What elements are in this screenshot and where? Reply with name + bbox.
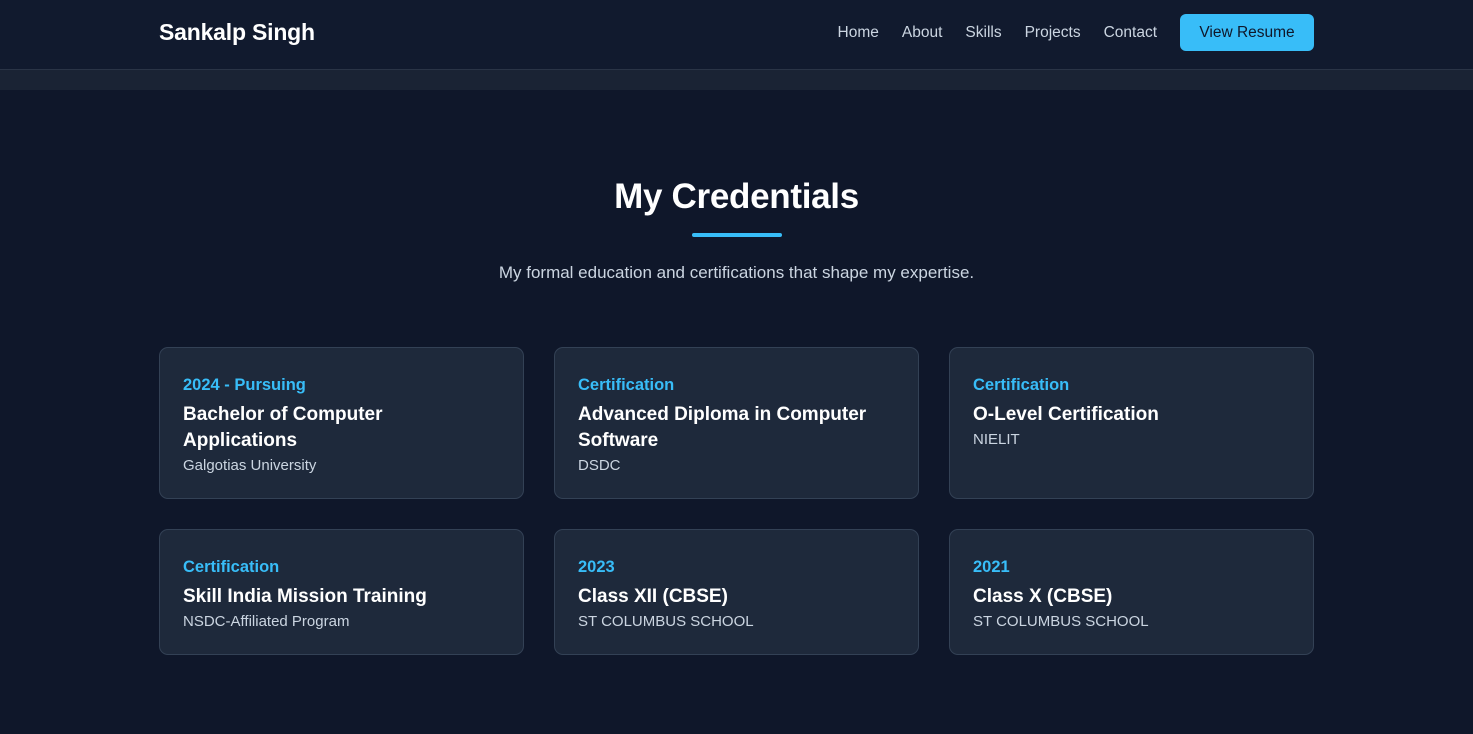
section-title: My Credentials [614,177,859,216]
top-navbar: Sankalp Singh Home About Skills Projects… [0,0,1473,70]
nav-link-skills[interactable]: Skills [965,24,1001,42]
nav-link-contact[interactable]: Contact [1104,24,1157,42]
credential-card-bca: 2024 - Pursuing Bachelor of Computer App… [159,347,524,499]
card-org: ST COLUMBUS SCHOOL [973,613,1149,630]
card-title: Advanced Diploma in Computer Software [578,404,867,451]
card-title: Bachelor of Computer Applications [183,404,383,451]
nav-link-home[interactable]: Home [838,24,879,42]
credential-card-class-xii: 2023 Class XII (CBSE) ST COLUMBUS SCHOOL [554,529,919,655]
card-org: Galgotias University [183,457,317,474]
card-org: DSDC [578,457,621,474]
view-resume-button[interactable]: View Resume [1180,14,1314,51]
title-underline [692,233,782,237]
header-divider-strip [0,70,1473,90]
card-tag: Certification [578,376,675,394]
credential-card-skill-india: Certification Skill India Mission Traini… [159,529,524,655]
card-title: O-Level Certification [973,404,1159,425]
credential-card-class-x: 2021 Class X (CBSE) ST COLUMBUS SCHOOL [949,529,1314,655]
section-subtitle: My formal education and certifications t… [498,263,975,282]
card-tag: 2024 - Pursuing [183,376,306,394]
card-tag: Certification [183,558,280,576]
card-title: Skill India Mission Training [183,586,427,607]
card-tag: 2023 [578,558,615,576]
nav-links: Home About Skills Projects Contact View … [838,14,1314,51]
card-tag: Certification [973,376,1070,394]
credential-card-olevel: Certification O-Level Certification NIEL… [949,347,1314,499]
card-title: Class XII (CBSE) [578,586,728,607]
card-title: Class X (CBSE) [973,586,1113,607]
card-tag: 2021 [973,558,1010,576]
brand-name[interactable]: Sankalp Singh [159,19,315,46]
nav-link-projects[interactable]: Projects [1025,24,1081,42]
card-org: NIELIT [973,431,1020,448]
credential-card-adcs: Certification Advanced Diploma in Comput… [554,347,919,499]
card-org: NSDC-Affiliated Program [183,613,350,630]
nav-link-about[interactable]: About [902,24,943,42]
card-org: ST COLUMBUS SCHOOL [578,613,754,630]
